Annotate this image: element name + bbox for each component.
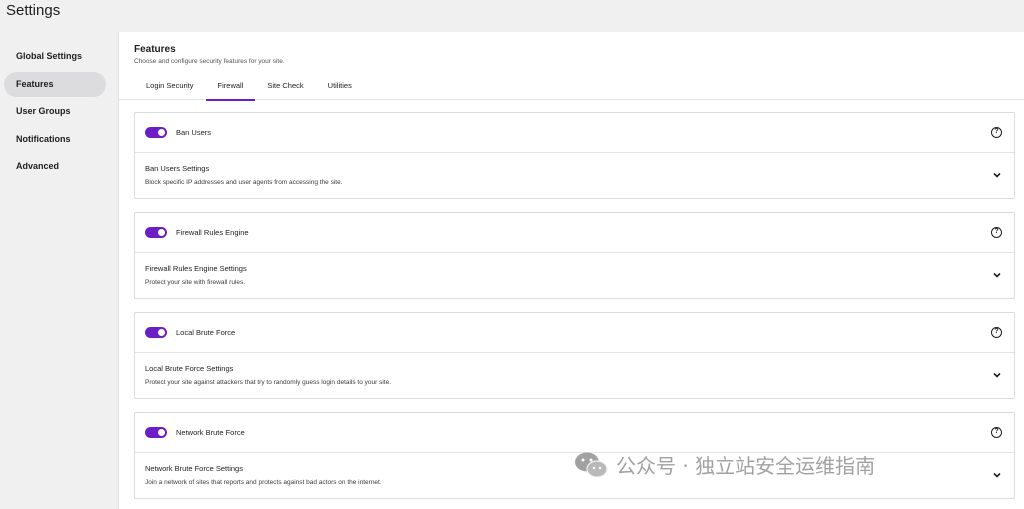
- main-panel: Features Choose and configure security f…: [118, 32, 1024, 509]
- ban-users-settings-accordion[interactable]: Ban Users Settings Block specific IP add…: [135, 153, 1014, 198]
- sidebar-item-notifications[interactable]: Notifications: [4, 127, 106, 152]
- firewall-rules-engine-settings-accordion[interactable]: Firewall Rules Engine Settings Protect y…: [135, 253, 1014, 298]
- chevron-down-icon: [993, 472, 1001, 478]
- features-header: Features Choose and configure security f…: [119, 32, 1024, 65]
- settings-description: Protect your site against attackers that…: [145, 379, 392, 386]
- settings-description: Join a network of sites that reports and…: [145, 479, 382, 486]
- watermark: 公众号 · 独立站安全运维指南: [574, 450, 875, 479]
- tab-login-security[interactable]: Login Security: [134, 77, 206, 100]
- feature-card-header: Local Brute Force ?: [135, 313, 1014, 353]
- local-brute-force-settings-accordion[interactable]: Local Brute Force Settings Protect your …: [135, 353, 1014, 398]
- sidebar-item-features[interactable]: Features: [4, 71, 106, 97]
- settings-title: Local Brute Force Settings: [145, 364, 234, 373]
- feature-name: Firewall Rules Engine: [176, 228, 249, 237]
- feature-name: Local Brute Force: [176, 328, 236, 337]
- chevron-down-icon: [993, 372, 1001, 378]
- toggle-knob: [158, 329, 165, 336]
- ban-users-toggle[interactable]: [145, 127, 167, 138]
- watermark-text: 公众号 · 独立站安全运维指南: [616, 454, 876, 478]
- tab-site-check[interactable]: Site Check: [255, 77, 315, 100]
- feature-name: Ban Users: [176, 128, 212, 137]
- feature-cards: Ban Users ? Ban Users Settings Block spe…: [119, 100, 1024, 499]
- help-circle-icon[interactable]: ?: [991, 227, 1002, 238]
- toggle-knob: [158, 229, 165, 236]
- toggle-knob: [158, 129, 165, 136]
- chevron-down-icon: [993, 172, 1001, 178]
- feature-card-local-brute-force: Local Brute Force ? Local Brute Force Se…: [134, 312, 1015, 399]
- settings-description: Block specific IP addresses and user age…: [145, 179, 343, 186]
- settings-title: Firewall Rules Engine Settings: [145, 264, 247, 273]
- sidebar-item-global-settings[interactable]: Global Settings: [4, 44, 106, 69]
- feature-tabs: Login Security Firewall Site Check Utili…: [119, 77, 1024, 101]
- feature-card-header: Network Brute Force ?: [135, 413, 1014, 453]
- features-title: Features: [134, 44, 176, 55]
- tab-utilities[interactable]: Utilities: [316, 77, 364, 100]
- feature-card-firewall-rules-engine: Firewall Rules Engine ? Firewall Rules E…: [134, 212, 1015, 299]
- feature-name: Network Brute Force: [176, 428, 245, 437]
- sidebar-item-advanced[interactable]: Advanced: [4, 154, 106, 179]
- network-brute-force-toggle[interactable]: [145, 427, 167, 438]
- features-description: Choose and configure security features f…: [134, 58, 285, 65]
- sidebar-item-user-groups[interactable]: User Groups: [4, 99, 106, 124]
- settings-description: Protect your site with firewall rules.: [145, 279, 246, 286]
- firewall-rules-engine-toggle[interactable]: [145, 227, 167, 238]
- local-brute-force-toggle[interactable]: [145, 327, 167, 338]
- tab-firewall[interactable]: Firewall: [205, 77, 256, 101]
- feature-card-header: Firewall Rules Engine ?: [135, 213, 1014, 253]
- settings-title: Ban Users Settings: [145, 164, 210, 173]
- help-circle-icon[interactable]: ?: [991, 427, 1002, 438]
- help-circle-icon[interactable]: ?: [991, 127, 1002, 138]
- feature-card-header: Ban Users ?: [135, 113, 1014, 153]
- wechat-icon: [575, 452, 608, 478]
- page-title: Settings: [6, 2, 61, 19]
- feature-card-ban-users: Ban Users ? Ban Users Settings Block spe…: [134, 112, 1015, 199]
- help-circle-icon[interactable]: ?: [991, 327, 1002, 338]
- toggle-knob: [158, 429, 165, 436]
- sidebar: Global Settings Features User Groups Not…: [4, 44, 106, 182]
- chevron-down-icon: [993, 272, 1001, 278]
